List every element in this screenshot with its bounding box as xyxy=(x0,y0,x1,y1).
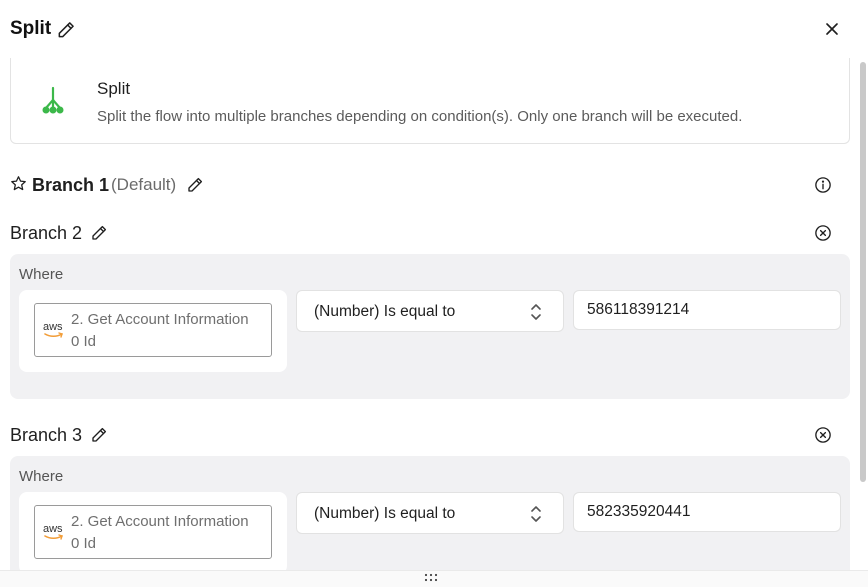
field-name: 0 Id xyxy=(71,333,97,350)
aws-icon: aws xyxy=(43,321,63,338)
resize-footer xyxy=(0,570,868,587)
operator-label: (Number) Is equal to xyxy=(314,303,456,320)
node-description: Split the flow into multiple branches de… xyxy=(97,108,743,125)
field-container: aws 2. Get Account Information 0 Id xyxy=(19,492,287,570)
pencil-icon[interactable] xyxy=(90,426,108,444)
field-name: 0 Id xyxy=(71,535,97,552)
aws-icon: aws xyxy=(43,523,63,540)
panel-body: Split Split the flow into multiple branc… xyxy=(0,58,868,570)
svg-text:aws: aws xyxy=(43,321,63,333)
where-label: Where xyxy=(19,266,64,283)
branch-name: Branch 3 xyxy=(10,425,83,445)
select-chevron-icon xyxy=(531,304,541,320)
branch-3-header: Branch 3 xyxy=(10,420,850,450)
pencil-icon[interactable] xyxy=(56,20,76,40)
operator-label: (Number) Is equal to xyxy=(314,505,456,522)
split-branch-icon xyxy=(42,86,64,114)
select-chevron-icon xyxy=(531,506,541,522)
panel-title: Split xyxy=(10,18,52,39)
operator-select[interactable]: (Number) Is equal to xyxy=(296,290,564,332)
branch-name: Branch 1 xyxy=(32,175,110,195)
value-input[interactable] xyxy=(573,492,841,532)
field-chip[interactable]: aws 2. Get Account Information 0 Id xyxy=(34,303,272,357)
where-label: Where xyxy=(19,468,64,485)
svg-text:aws: aws xyxy=(43,523,63,535)
pencil-icon[interactable] xyxy=(186,176,204,194)
field-source: 2. Get Account Information xyxy=(71,311,249,328)
value-input[interactable] xyxy=(573,290,841,330)
field-container: aws 2. Get Account Information 0 Id xyxy=(19,290,287,372)
branch-name: Branch 2 xyxy=(10,223,83,243)
info-icon[interactable] xyxy=(814,176,832,194)
panel-header: Split xyxy=(0,0,868,60)
field-source: 2. Get Account Information xyxy=(71,513,249,530)
remove-circle-icon[interactable] xyxy=(814,224,832,242)
branch-2-conditions: Where aws 2. Get Account Information 0 I… xyxy=(10,254,850,399)
pencil-icon[interactable] xyxy=(90,224,108,242)
node-title: Split xyxy=(97,79,131,98)
node-info-card: Split Split the flow into multiple branc… xyxy=(10,58,850,144)
remove-circle-icon[interactable] xyxy=(814,426,832,444)
field-chip[interactable]: aws 2. Get Account Information 0 Id xyxy=(34,505,272,559)
close-icon[interactable] xyxy=(822,19,842,39)
star-icon[interactable] xyxy=(10,175,27,192)
operator-select[interactable]: (Number) Is equal to xyxy=(296,492,564,534)
default-tag: (Default) xyxy=(111,175,177,194)
branch-3-conditions: Where aws 2. Get Account Information 0 I… xyxy=(10,456,850,570)
branch-2-header: Branch 2 xyxy=(10,218,850,248)
branch-1-header: Branch 1 (Default) xyxy=(10,170,850,200)
scrollbar[interactable] xyxy=(860,62,866,482)
drag-handle-icon[interactable] xyxy=(424,573,438,582)
